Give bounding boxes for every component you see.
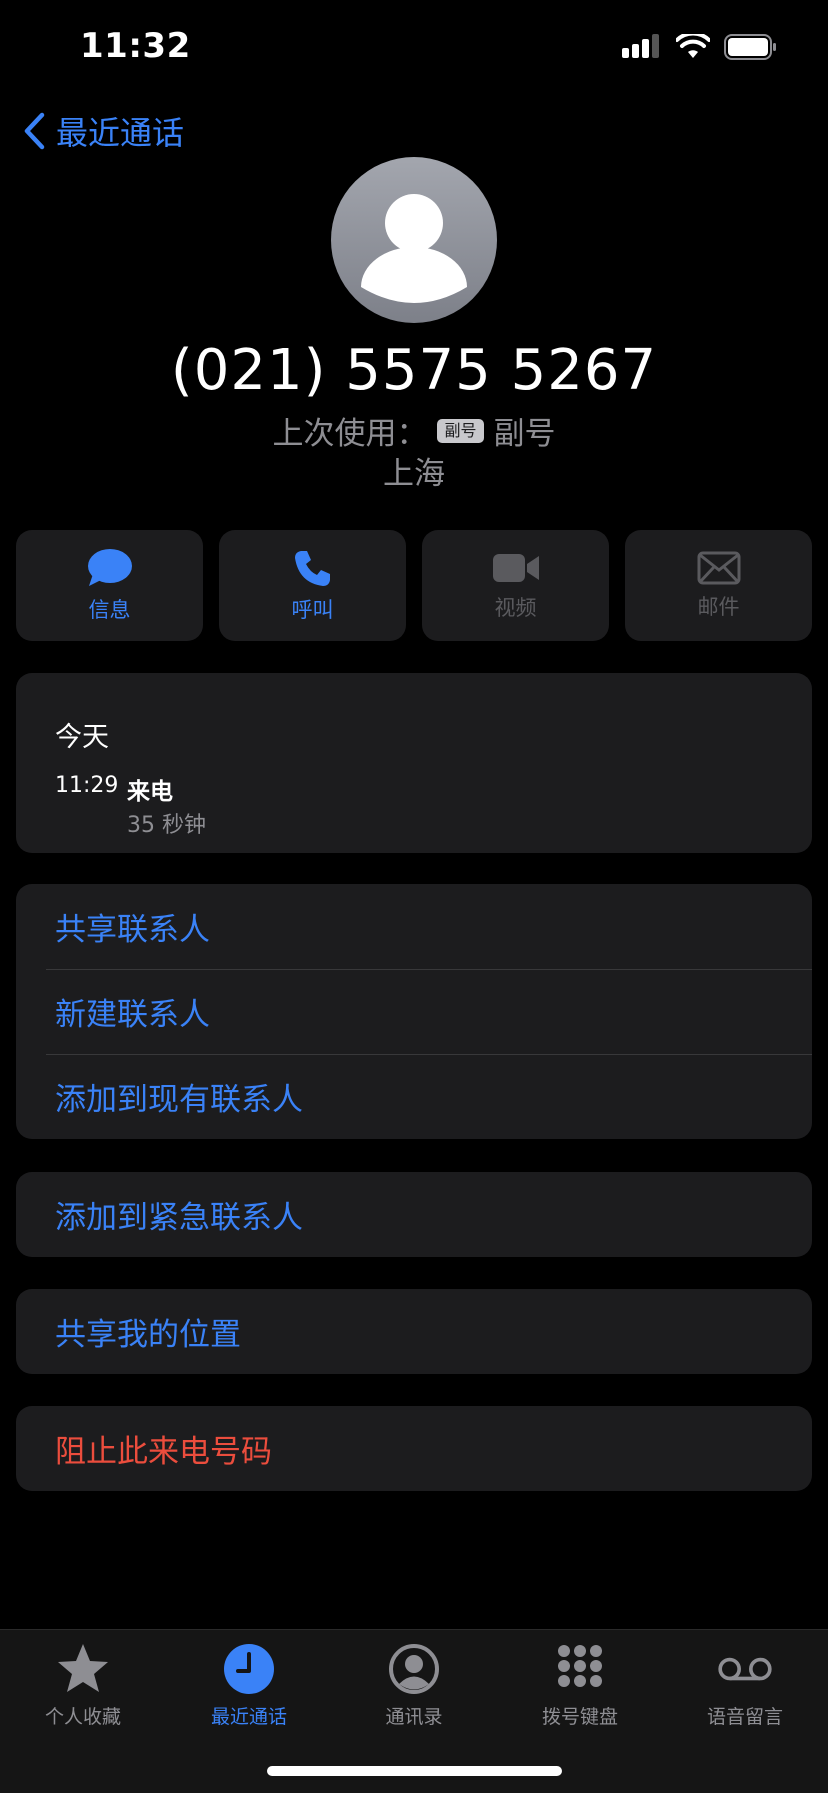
create-new-contact-button[interactable]: 新建联系人: [16, 969, 812, 1054]
avatar: [331, 157, 497, 323]
video-button[interactable]: 视频: [422, 530, 609, 641]
history-call-type: 来电: [127, 779, 173, 805]
last-used-line: 上次使用： 副号 副号: [0, 408, 828, 453]
sim-badge: 副号: [437, 418, 484, 443]
history-date: 今天: [55, 722, 109, 753]
keypad-icon: [558, 1645, 602, 1687]
tab-recents-label: 最近通话: [210, 1706, 287, 1728]
tab-contacts[interactable]: 通讯录: [331, 1642, 497, 1729]
back-button-label: 最近通话: [56, 114, 185, 152]
chevron-left-icon: [24, 112, 45, 150]
tab-keypad-label: 拨号键盘: [541, 1706, 618, 1728]
block-caller-button[interactable]: 阻止此来电号码: [16, 1406, 812, 1491]
status-indicators: [622, 30, 778, 64]
caller-location: 上海: [383, 456, 445, 492]
message-button[interactable]: 信息: [16, 530, 203, 641]
back-button[interactable]: 最近通话: [22, 108, 184, 154]
phone-number: (021) 5575 5267: [170, 338, 658, 403]
emergency-contact-card: 添加到紧急联系人: [16, 1172, 812, 1257]
call-button[interactable]: 呼叫: [219, 530, 406, 641]
tab-voicemail-label: 语音留言: [706, 1706, 783, 1728]
add-to-existing-contact-button[interactable]: 添加到现有联系人: [16, 1054, 812, 1139]
share-location-card: 共享我的位置: [16, 1289, 812, 1374]
history-duration: 35 秒钟: [127, 813, 206, 838]
action-buttons: 信息 呼叫 视频 邮件: [16, 530, 812, 641]
tab-keypad[interactable]: 拨号键盘: [497, 1642, 663, 1729]
sim-name: 副号: [493, 416, 556, 452]
contact-options-card: 共享联系人 新建联系人 添加到现有联系人: [16, 884, 812, 1139]
call-button-label: 呼叫: [291, 597, 334, 622]
clock-icon: [224, 1644, 274, 1694]
mail-button-label: 邮件: [697, 594, 740, 619]
tab-favorites-label: 个人收藏: [44, 1706, 121, 1728]
share-contact-button[interactable]: 共享联系人: [16, 884, 812, 969]
share-my-location-button[interactable]: 共享我的位置: [16, 1289, 812, 1374]
history-time: 11:29: [55, 773, 119, 798]
person-silhouette-icon: [361, 194, 467, 303]
person-circle-icon: [389, 1644, 439, 1694]
wifi-icon: [676, 34, 710, 58]
last-used-label: 上次使用：: [272, 416, 428, 452]
tab-recents[interactable]: 最近通话: [166, 1642, 332, 1729]
message-button-label: 信息: [88, 597, 131, 622]
video-button-label: 视频: [494, 595, 537, 620]
tab-favorites[interactable]: 个人收藏: [0, 1642, 166, 1729]
block-caller-card: 阻止此来电号码: [16, 1406, 812, 1491]
video-camera-icon: [492, 553, 539, 582]
voicemail-icon: [718, 1657, 772, 1681]
tab-voicemail[interactable]: 语音留言: [662, 1642, 828, 1729]
phone-icon: [294, 550, 330, 586]
add-to-emergency-contacts-button[interactable]: 添加到紧急联系人: [16, 1172, 812, 1257]
envelope-icon: [697, 551, 740, 584]
status-time: 11:32: [80, 26, 191, 66]
home-indicator[interactable]: [267, 1766, 562, 1776]
tab-contacts-label: 通讯录: [385, 1706, 443, 1728]
call-history-card: 今天 11:29 来电 35 秒钟: [16, 673, 812, 853]
mail-button[interactable]: 邮件: [625, 530, 812, 641]
star-icon: [58, 1644, 108, 1692]
message-bubble-icon: [87, 548, 132, 586]
cellular-signal-icon: [622, 34, 659, 58]
battery-icon: [724, 34, 776, 60]
